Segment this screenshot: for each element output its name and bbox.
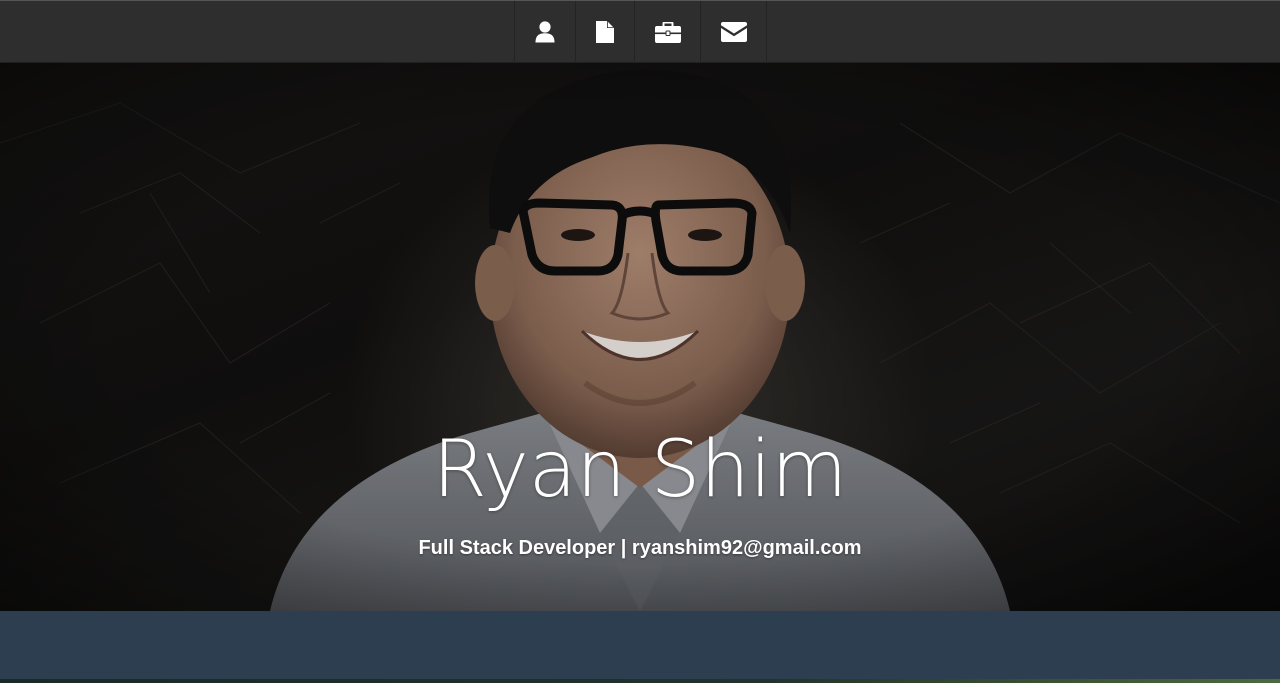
hero-tagline: Full Stack Developer | ryanshim92@gmail.… (418, 537, 862, 559)
nav-resume[interactable] (576, 1, 635, 63)
about-section-band (0, 611, 1280, 679)
user-icon (535, 21, 555, 43)
nav-contact[interactable] (701, 1, 767, 63)
next-section-edge (0, 679, 1280, 683)
document-icon (596, 21, 614, 43)
hero-section: Ryan Shim Full Stack Developer | ryanshi… (0, 63, 1280, 611)
portrait-photo (0, 63, 1280, 611)
hero-name: Ryan Shim (432, 425, 848, 515)
top-navbar (0, 0, 1280, 63)
nav-about[interactable] (515, 1, 576, 63)
envelope-icon (720, 22, 747, 42)
briefcase-icon (654, 21, 681, 43)
nav-icon-group (514, 1, 767, 63)
nav-portfolio[interactable] (635, 1, 701, 63)
